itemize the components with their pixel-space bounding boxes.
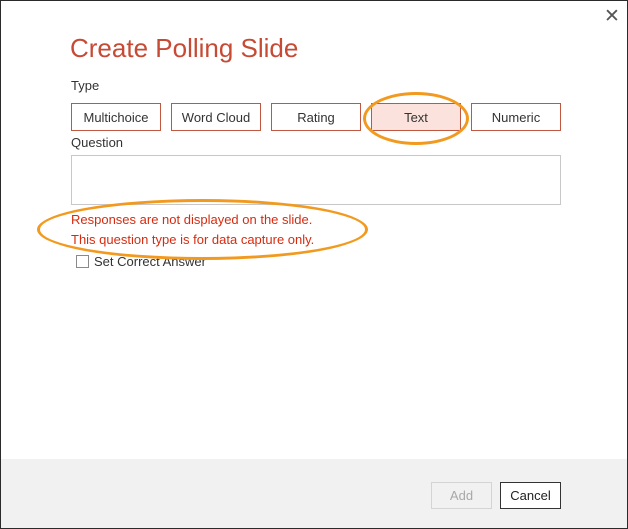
close-icon[interactable]: ✕: [601, 6, 623, 28]
type-option-numeric[interactable]: Numeric: [471, 103, 561, 131]
question-label: Question: [71, 135, 124, 150]
type-label: Type: [71, 78, 100, 93]
question-input[interactable]: [71, 155, 561, 205]
dialog-title: Create Polling Slide: [70, 33, 299, 63]
cancel-button[interactable]: Cancel: [500, 482, 561, 509]
set-correct-answer-label: Set Correct Answer: [94, 254, 206, 269]
type-option-rating[interactable]: Rating: [271, 103, 361, 131]
set-correct-answer-checkbox[interactable]: [76, 255, 89, 268]
data-capture-notice-line-1: Responses are not displayed on the slide…: [71, 212, 313, 227]
type-option-text[interactable]: Text: [371, 103, 461, 131]
create-polling-slide-dialog: ✕ Create Polling Slide Type Multichoice …: [0, 0, 628, 529]
notice-highlight-ellipse: [37, 199, 368, 260]
type-option-multichoice[interactable]: Multichoice: [71, 103, 161, 131]
type-option-word-cloud[interactable]: Word Cloud: [171, 103, 261, 131]
set-correct-answer-row[interactable]: Set Correct Answer: [76, 254, 206, 269]
data-capture-notice-line-2: This question type is for data capture o…: [71, 232, 315, 247]
add-button[interactable]: Add: [431, 482, 492, 509]
